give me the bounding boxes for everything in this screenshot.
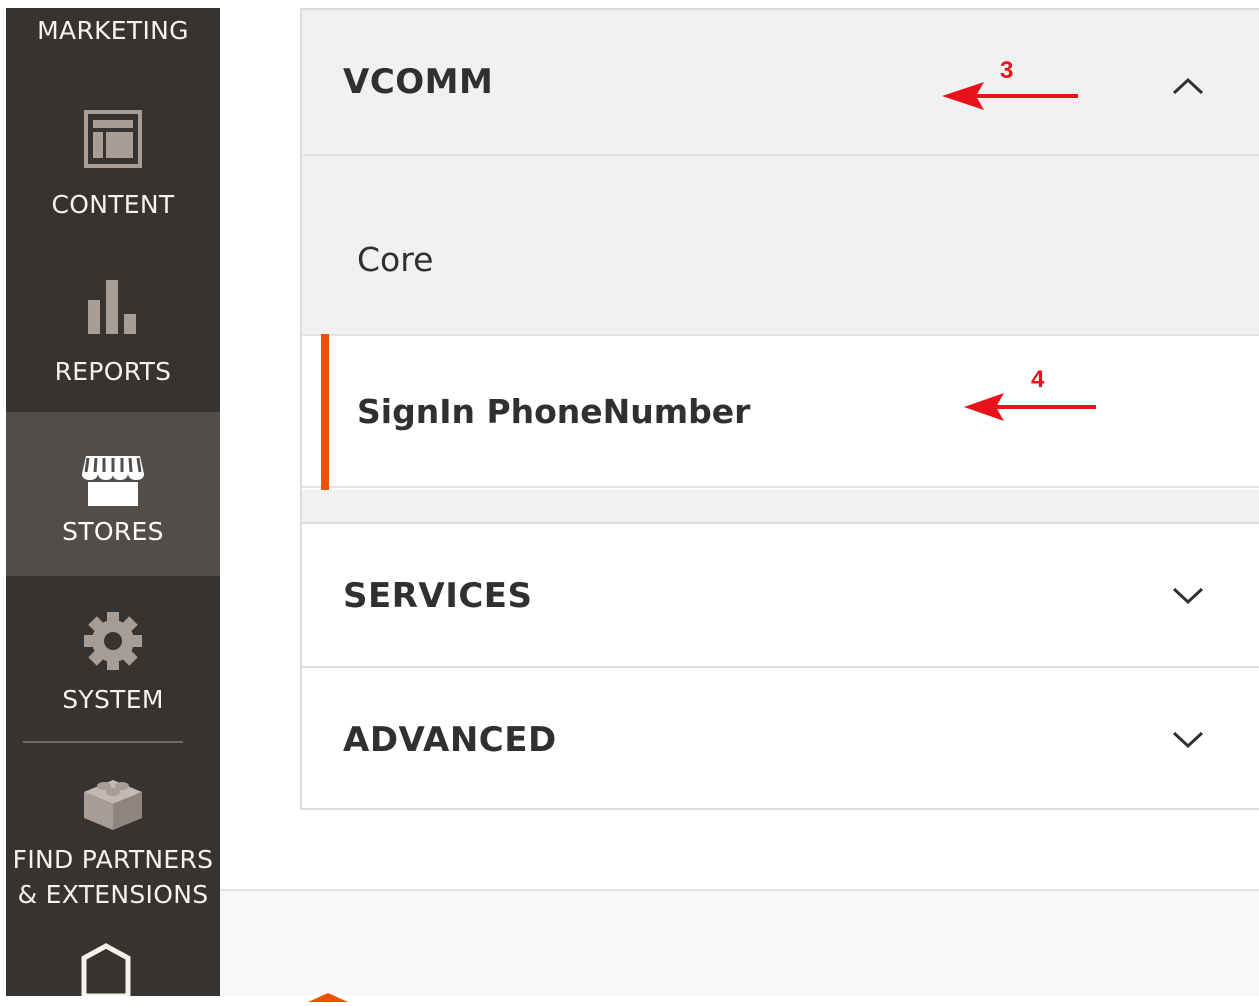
chevron-down-icon — [1170, 730, 1206, 754]
gear-icon — [6, 611, 220, 671]
chevron-up-icon — [1170, 76, 1206, 100]
tab-label: SignIn PhoneNumber — [357, 392, 751, 431]
sidebar-item-label: STORES — [62, 517, 164, 546]
active-indicator — [321, 334, 329, 490]
sidebar-item-content[interactable]: CONTENT — [6, 96, 220, 236]
sidebar-item-label: SYSTEM — [62, 685, 164, 714]
config-tabs-panel: VCOMM Core SignIn PhoneNumber SERVICES A… — [300, 8, 1259, 810]
section-title: VCOMM — [343, 62, 494, 102]
sidebar-item-label: REPORTS — [54, 357, 172, 386]
blocks-icon — [6, 770, 220, 832]
chevron-down-icon — [1170, 586, 1206, 610]
cube-icon — [81, 943, 131, 1000]
sidebar-item-reports[interactable]: REPORTS — [6, 248, 220, 408]
footer — [220, 891, 1259, 1002]
sidebar-item-label: CONTENT — [51, 190, 175, 219]
tab-signin-phonenumber[interactable]: SignIn PhoneNumber — [302, 334, 1259, 490]
tab-core[interactable]: Core — [302, 154, 1259, 334]
annotation-arrow-icon — [964, 390, 1098, 428]
layout-icon — [6, 110, 220, 168]
section-title: SERVICES — [343, 576, 533, 616]
tab-label: Core — [357, 240, 434, 279]
sidebar-divider — [23, 741, 183, 743]
storefront-icon — [6, 452, 220, 508]
sidebar-item-system[interactable]: SYSTEM — [6, 593, 220, 733]
annotation-arrow-icon — [942, 80, 1080, 118]
section-title: ADVANCED — [343, 720, 557, 760]
section-header-vcomm[interactable]: VCOMM — [302, 8, 1259, 154]
magento-logo-icon — [308, 987, 348, 1006]
section-header-advanced[interactable]: ADVANCED — [302, 666, 1259, 808]
section-header-services[interactable]: SERVICES — [302, 522, 1259, 666]
admin-sidebar: MARKETING CONTENT REPORTS STORES SYSTEM … — [6, 8, 220, 999]
bar-chart-icon — [6, 278, 220, 334]
sidebar-item-label: MARKETING — [37, 16, 189, 45]
sidebar-item-stores[interactable]: STORES — [6, 412, 220, 576]
section-spacer — [302, 490, 1259, 522]
sidebar-item-label: FIND PARTNERS & EXTENSIONS — [12, 845, 214, 909]
sidebar-item-find-partners[interactable]: FIND PARTNERS & EXTENSIONS — [6, 760, 220, 920]
sidebar-item-marketing[interactable]: MARKETING — [6, 8, 220, 48]
